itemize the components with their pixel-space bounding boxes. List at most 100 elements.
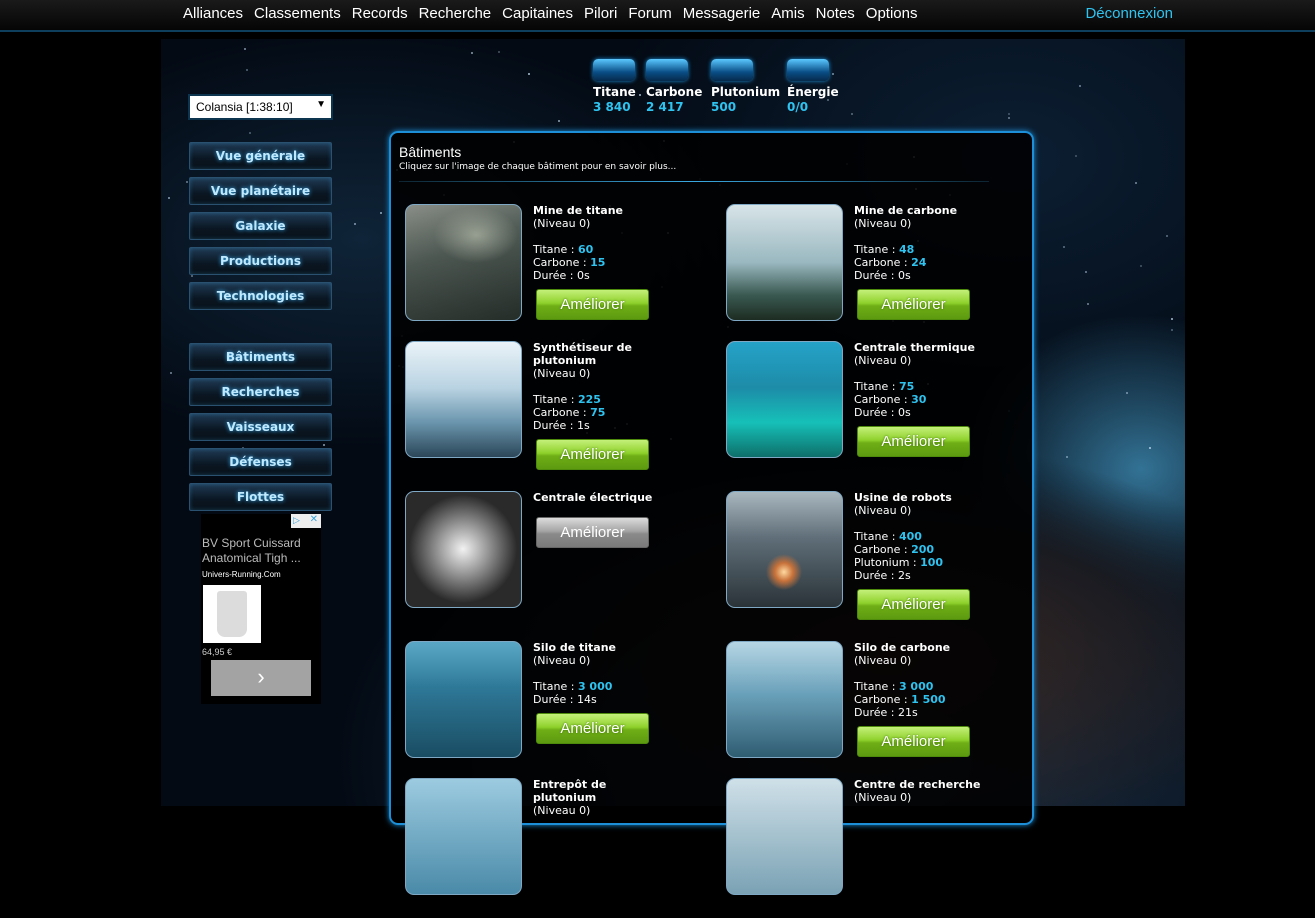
building-image-entrepot-plutonium[interactable]: [405, 778, 522, 895]
building-name: Mine de carbone (Niveau 0): [854, 204, 994, 230]
building-image-centrale-thermique[interactable]: [726, 341, 843, 458]
star: [557, 119, 560, 122]
menu-galaxie[interactable]: Galaxie: [189, 212, 332, 240]
adchoices-icon[interactable]: ▷ ✕: [291, 514, 321, 528]
nav-classements[interactable]: Classements: [254, 5, 341, 22]
cost-label: Carbone :: [533, 406, 591, 419]
ad-block[interactable]: ▷ ✕ BV Sport Cuissard Anatomical Tigh ...…: [201, 514, 321, 704]
star: [1125, 392, 1128, 395]
menu-technologies[interactable]: Technologies: [189, 282, 332, 310]
star: [1166, 235, 1169, 238]
nav-recherche[interactable]: Recherche: [419, 5, 492, 22]
star: [1170, 318, 1173, 321]
star: [1079, 85, 1082, 88]
cost-line: Carbone : 75: [533, 406, 605, 419]
building-image-mine-titane[interactable]: [405, 204, 522, 321]
building-name: Centrale électrique: [533, 491, 673, 504]
star: [185, 181, 188, 184]
ad-product-image[interactable]: [203, 585, 261, 643]
star: [1065, 456, 1068, 459]
building-name: Entrepôt de plutonium (Niveau 0): [533, 778, 673, 817]
cost-line: Carbone : 30: [854, 393, 926, 406]
nav-amis[interactable]: Amis: [771, 5, 804, 22]
resource-value: 500: [711, 100, 737, 114]
upgrade-button-centrale-thermique[interactable]: Améliorer: [857, 426, 970, 457]
nav-forum[interactable]: Forum: [628, 5, 671, 22]
building-image-centre-recherche[interactable]: [726, 778, 843, 895]
building-level: (Niveau 0): [854, 654, 912, 667]
building-name: Centrale thermique (Niveau 0): [854, 341, 994, 367]
duration-line: Durée : 14s: [533, 693, 612, 706]
star: [1085, 271, 1088, 274]
duration-line: Durée : 2s: [854, 569, 943, 582]
cost-label: Carbone :: [854, 256, 912, 269]
star: [498, 51, 501, 54]
star: [1135, 181, 1138, 184]
menu-batiments[interactable]: Bâtiments: [189, 343, 332, 371]
building-name: Synthétiseur de plutonium (Niveau 0): [533, 341, 673, 380]
duration-label: Durée : 0s: [533, 269, 590, 282]
nav-messagerie[interactable]: Messagerie: [683, 5, 761, 22]
building-card-silo-carbone: Silo de carbone (Niveau 0) Titane : 3 000 C…: [726, 641, 1046, 781]
menu-defenses[interactable]: Défenses: [189, 448, 332, 476]
building-card-mine-titane: Mine de titane (Niveau 0) Titane : 60 Carbo…: [405, 204, 725, 344]
duration-line: Durée : 1s: [533, 419, 605, 432]
building-name: Silo de carbone (Niveau 0): [854, 641, 994, 667]
resource-carbone: Carbone 2 417: [646, 59, 702, 114]
menu-flottes[interactable]: Flottes: [189, 483, 332, 511]
upgrade-button-silo-carbone[interactable]: Améliorer: [857, 726, 970, 757]
ad-source: Univers-Running.Com: [202, 570, 281, 579]
building-image-synthetiseur-plutonium[interactable]: [405, 341, 522, 458]
planet-select[interactable]: Colansia [1:38:10] ▼: [190, 96, 331, 118]
building-image-silo-titane[interactable]: [405, 641, 522, 758]
building-image-silo-carbone[interactable]: [726, 641, 843, 758]
building-costs: Titane : 3 000 Carbone : 1 500 Durée : 21s: [854, 680, 946, 719]
building-card-mine-carbone: Mine de carbone (Niveau 0) Titane : 48 Carb…: [726, 204, 1046, 344]
upgrade-button-mine-carbone[interactable]: Améliorer: [857, 289, 970, 320]
building-level: (Niveau 0): [533, 217, 591, 230]
duration-label: Durée : 0s: [854, 406, 911, 419]
star: [353, 223, 356, 226]
nav-records[interactable]: Records: [352, 5, 408, 22]
duration-label: Durée : 0s: [854, 269, 911, 282]
nav-pilori[interactable]: Pilori: [584, 5, 617, 22]
cost-value: 3 000: [577, 680, 613, 693]
menu-vue-planetaire[interactable]: Vue planétaire: [189, 177, 332, 205]
building-costs: Titane : 400 Carbone : 200 Plutonium : 100…: [854, 530, 943, 582]
ad-title[interactable]: BV Sport Cuissard Anatomical Tigh ...: [202, 536, 320, 566]
cost-value: 75: [898, 380, 915, 393]
upgrade-button-usine-robots[interactable]: Améliorer: [857, 589, 970, 620]
building-card-synthetiseur-plutonium: Synthétiseur de plutonium (Niveau 0) Titan…: [405, 341, 725, 481]
nav-capitaines[interactable]: Capitaines: [502, 5, 573, 22]
menu-productions[interactable]: Productions: [189, 247, 332, 275]
building-costs: Titane : 48 Carbone : 24 Durée : 0s: [854, 243, 926, 282]
building-name: Usine de robots (Niveau 0): [854, 491, 994, 517]
menu-recherches[interactable]: Recherches: [189, 378, 332, 406]
resource-value: 0/0: [787, 100, 809, 114]
menu-vue-generale[interactable]: Vue générale: [189, 142, 332, 170]
upgrade-button-synthetiseur-plutonium[interactable]: Améliorer: [536, 439, 649, 470]
building-name: Silo de titane (Niveau 0): [533, 641, 673, 667]
building-image-usine-robots[interactable]: [726, 491, 843, 608]
menu-vaisseaux[interactable]: Vaisseaux: [189, 413, 332, 441]
planet-select-value: Colansia [1:38:10]: [196, 100, 293, 114]
star: [380, 212, 383, 215]
ad-price: 64,95 €: [202, 647, 233, 657]
nav-alliances[interactable]: Alliances: [183, 5, 243, 22]
nav-notes[interactable]: Notes: [816, 5, 855, 22]
upgrade-button-silo-titane[interactable]: Améliorer: [536, 713, 649, 744]
resource-titane: Titane 3 840: [593, 59, 636, 114]
cost-label: Titane :: [854, 380, 899, 393]
star: [1171, 328, 1174, 331]
star: [1139, 265, 1142, 268]
nav-options[interactable]: Options: [866, 5, 918, 22]
building-image-mine-carbone[interactable]: [726, 204, 843, 321]
building-image-centrale-electrique[interactable]: [405, 491, 522, 608]
upgrade-button-centrale-electrique[interactable]: Améliorer: [536, 517, 649, 548]
cost-value: 1 500: [911, 693, 946, 706]
chevron-right-icon[interactable]: ›: [211, 660, 311, 696]
cost-line: Titane : 60: [533, 243, 605, 256]
titane-icon: [593, 59, 635, 81]
logout-link[interactable]: Déconnexion: [1085, 5, 1173, 22]
upgrade-button-mine-titane[interactable]: Améliorer: [536, 289, 649, 320]
